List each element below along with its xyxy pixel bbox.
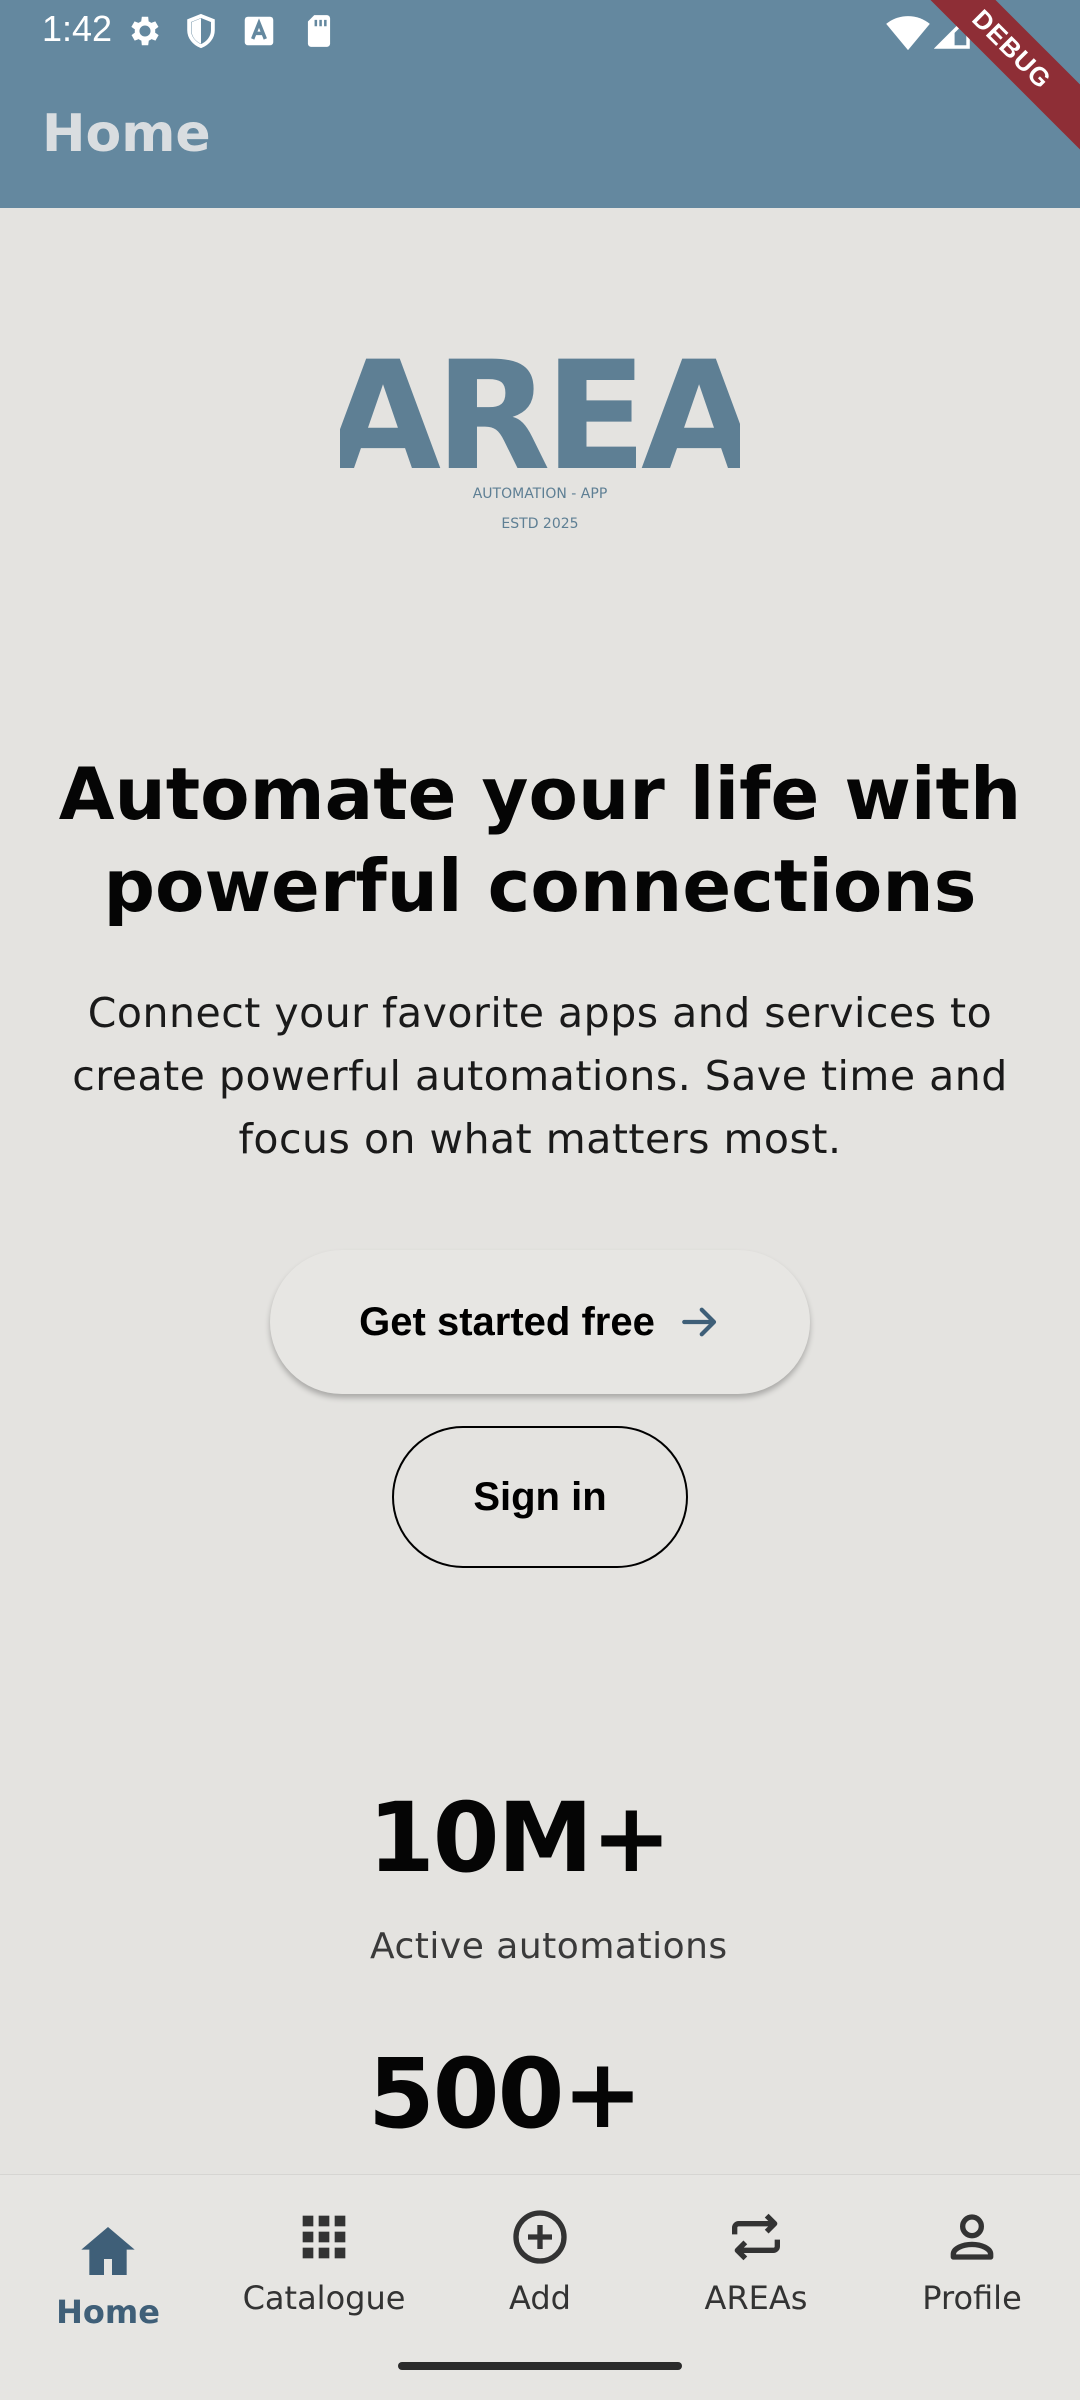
wifi-icon — [886, 16, 930, 51]
nav-label-catalogue: Catalogue — [242, 2279, 406, 2317]
nav-label-home: Home — [56, 2293, 160, 2331]
logo-established: ESTD 2025 — [501, 516, 578, 532]
stat-label-automations: Active automations — [370, 1926, 728, 1967]
nav-item-catalogue[interactable]: Catalogue — [216, 2175, 432, 2355]
get-started-button[interactable]: Get started free — [270, 1250, 810, 1394]
hero-subtext-line2: create powerful automations. Save time a… — [72, 1052, 1008, 1100]
hero-subtext: Connect your favorite apps and services … — [60, 982, 1020, 1171]
gear-icon — [131, 16, 159, 46]
person-icon — [950, 2214, 994, 2260]
arrow-right-icon — [681, 1307, 716, 1337]
font-a-icon — [244, 16, 274, 46]
stat-value-automations: 10M+ — [368, 1782, 672, 1894]
hero-subtext-line1: Connect your favorite apps and services … — [87, 989, 993, 1037]
hero-headline-line1: Automate your life with — [58, 752, 1022, 836]
sd-card-icon — [307, 15, 331, 47]
shield-icon — [187, 13, 215, 49]
get-started-label: Get started free — [359, 1299, 655, 1344]
logo-wordmark: AREA — [340, 330, 740, 504]
nav-item-areas[interactable]: AREAs — [648, 2175, 864, 2355]
nav-item-profile[interactable]: Profile — [864, 2175, 1080, 2355]
sign-in-button[interactable]: Sign in — [392, 1426, 688, 1568]
repeat-icon — [732, 2213, 780, 2261]
nav-label-add: Add — [509, 2279, 571, 2317]
nav-label-profile: Profile — [922, 2279, 1022, 2317]
hero-subtext-line3: focus on what matters most. — [238, 1115, 842, 1163]
logo-tagline: AUTOMATION - APP — [473, 486, 608, 502]
home-icon — [81, 2227, 135, 2275]
app-header: 1:42 Home DEBUG — [0, 0, 1080, 208]
gesture-home-indicator[interactable] — [398, 2362, 682, 2370]
area-logo: AREA AUTOMATION - APP ESTD 2025 — [340, 330, 740, 532]
status-time: 1:42 — [42, 8, 113, 49]
nav-item-home[interactable]: Home — [0, 2189, 216, 2369]
add-circle-icon — [513, 2210, 567, 2264]
nav-label-areas: AREAs — [704, 2279, 808, 2317]
stat-value-second: 500+ — [368, 2038, 643, 2150]
hero-headline: Automate your life with powerful connect… — [40, 748, 1040, 932]
grid-icon — [302, 2215, 346, 2259]
nav-item-add[interactable]: Add — [432, 2175, 648, 2355]
status-bar: 1:42 — [0, 0, 1080, 62]
page-title: Home — [42, 104, 211, 164]
hero-headline-line2: powerful connections — [103, 844, 977, 928]
